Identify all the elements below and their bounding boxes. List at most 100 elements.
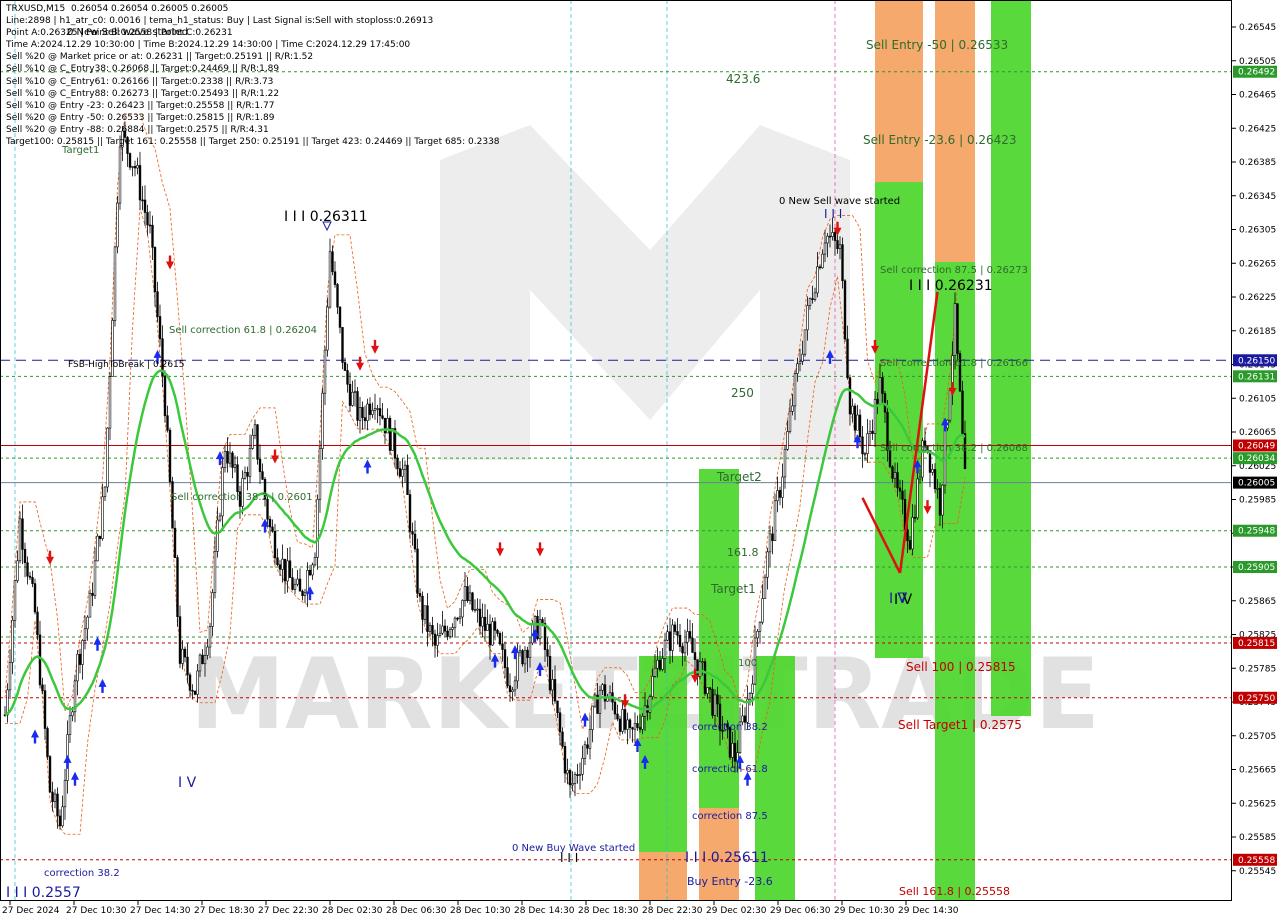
candle-body bbox=[458, 616, 462, 620]
price-tag-label: 0.26492 bbox=[1238, 68, 1275, 78]
candle-body bbox=[916, 478, 919, 519]
candle-body bbox=[191, 690, 194, 692]
candle-body bbox=[443, 625, 447, 632]
candle-body bbox=[823, 242, 827, 255]
candle-body bbox=[931, 469, 934, 473]
candle-body bbox=[583, 744, 587, 759]
candle-body bbox=[138, 165, 142, 201]
chart-annotation: Target1 bbox=[710, 582, 756, 596]
chart-annotation: I I I 0.25611 bbox=[685, 850, 769, 866]
candle-body bbox=[798, 361, 802, 365]
chart-annotation: Sell correction 38.2 | 0.26068 bbox=[880, 443, 1028, 454]
signal-zone-bar bbox=[639, 656, 687, 852]
candle-body bbox=[51, 791, 54, 802]
candle-body bbox=[33, 583, 37, 613]
candle-body bbox=[153, 247, 157, 293]
candle-body bbox=[528, 642, 532, 658]
candle-body bbox=[816, 266, 819, 294]
candle-body bbox=[303, 592, 307, 596]
candle-body bbox=[591, 705, 594, 730]
y-tick-label: 0.26225 bbox=[1239, 293, 1276, 303]
candle-body bbox=[453, 617, 457, 628]
candle-body bbox=[748, 693, 752, 700]
candle-body bbox=[343, 362, 347, 371]
candle-body bbox=[223, 450, 227, 468]
chart-annotation: correction 61.8 bbox=[692, 764, 768, 775]
y-tick-label: 0.25545 bbox=[1239, 867, 1276, 877]
candle-body bbox=[858, 414, 862, 438]
candle-body bbox=[36, 611, 39, 636]
candle-body bbox=[296, 578, 299, 585]
x-tick-label: 29 Dec 02:30 bbox=[706, 906, 767, 916]
candle-body bbox=[731, 742, 734, 758]
candle-body bbox=[491, 621, 494, 646]
candle-body bbox=[313, 557, 317, 566]
candle-body bbox=[623, 709, 627, 730]
y-tick-label: 0.25785 bbox=[1239, 664, 1276, 674]
candle-body bbox=[518, 650, 522, 653]
candle-body bbox=[893, 472, 897, 479]
candle-body bbox=[248, 448, 252, 477]
candle-body bbox=[566, 770, 569, 774]
candle-body bbox=[101, 496, 104, 539]
candle-body bbox=[316, 498, 319, 558]
candle-body bbox=[751, 683, 754, 694]
candle-body bbox=[121, 130, 124, 148]
candle-body bbox=[13, 580, 17, 621]
candle-body bbox=[413, 533, 417, 550]
candle-body bbox=[253, 424, 257, 436]
candle-body bbox=[933, 469, 937, 490]
price-tag-label: 0.26049 bbox=[1238, 442, 1275, 452]
candle-body bbox=[581, 757, 584, 775]
candle-body bbox=[643, 705, 647, 717]
candle-body bbox=[421, 595, 424, 620]
candle-body bbox=[703, 661, 707, 694]
candle-body bbox=[368, 403, 372, 415]
candle-body bbox=[338, 306, 342, 328]
candle-body bbox=[163, 375, 167, 417]
signal-zone-bar bbox=[639, 852, 687, 900]
candle-body bbox=[508, 685, 512, 693]
price-chart[interactable]: MARKETZITRADE Sell Entry -50 | 0.26533Se… bbox=[0, 0, 1280, 920]
candle-body bbox=[543, 623, 547, 650]
candle-body bbox=[506, 667, 509, 687]
candle-body bbox=[21, 518, 24, 550]
candle-body bbox=[631, 727, 634, 730]
y-tick-label: 0.26265 bbox=[1239, 259, 1276, 269]
candle-body bbox=[261, 471, 264, 480]
candle-body bbox=[441, 625, 444, 634]
candle-body bbox=[523, 649, 527, 665]
candle-body bbox=[411, 531, 414, 535]
candle-body bbox=[473, 609, 477, 611]
candle-body bbox=[113, 246, 117, 321]
x-tick-label: 27 Dec 2024 bbox=[2, 906, 60, 916]
candle-body bbox=[578, 774, 582, 776]
candle-body bbox=[571, 783, 574, 786]
candle-body bbox=[601, 684, 604, 691]
candle-body bbox=[151, 224, 154, 248]
candle-body bbox=[406, 464, 409, 495]
candle-body bbox=[416, 548, 419, 594]
x-tick-label: 28 Dec 10:30 bbox=[450, 906, 511, 916]
candle-body bbox=[676, 631, 679, 636]
candle-body bbox=[841, 244, 844, 282]
candle-body bbox=[81, 640, 84, 665]
candle-body bbox=[86, 616, 89, 630]
x-tick-label: 28 Dec 02:30 bbox=[322, 906, 383, 916]
candle-body bbox=[786, 431, 789, 450]
candle-body bbox=[511, 689, 514, 693]
candle-body bbox=[431, 625, 434, 635]
chart-annotation: 161.8 bbox=[727, 546, 759, 559]
price-tag-label: 0.26131 bbox=[1238, 372, 1275, 382]
candle-body bbox=[341, 327, 344, 363]
candle-body bbox=[881, 377, 884, 394]
candle-body bbox=[276, 557, 279, 566]
candle-body bbox=[283, 558, 287, 582]
chart-annotation: Sell Entry -23.6 | 0.26423 bbox=[863, 133, 1017, 147]
candle-body bbox=[213, 551, 217, 593]
candle-body bbox=[201, 654, 204, 665]
candle-body bbox=[388, 417, 392, 451]
candle-body bbox=[708, 687, 712, 690]
candle-body bbox=[568, 770, 572, 786]
candle-body bbox=[308, 569, 312, 576]
